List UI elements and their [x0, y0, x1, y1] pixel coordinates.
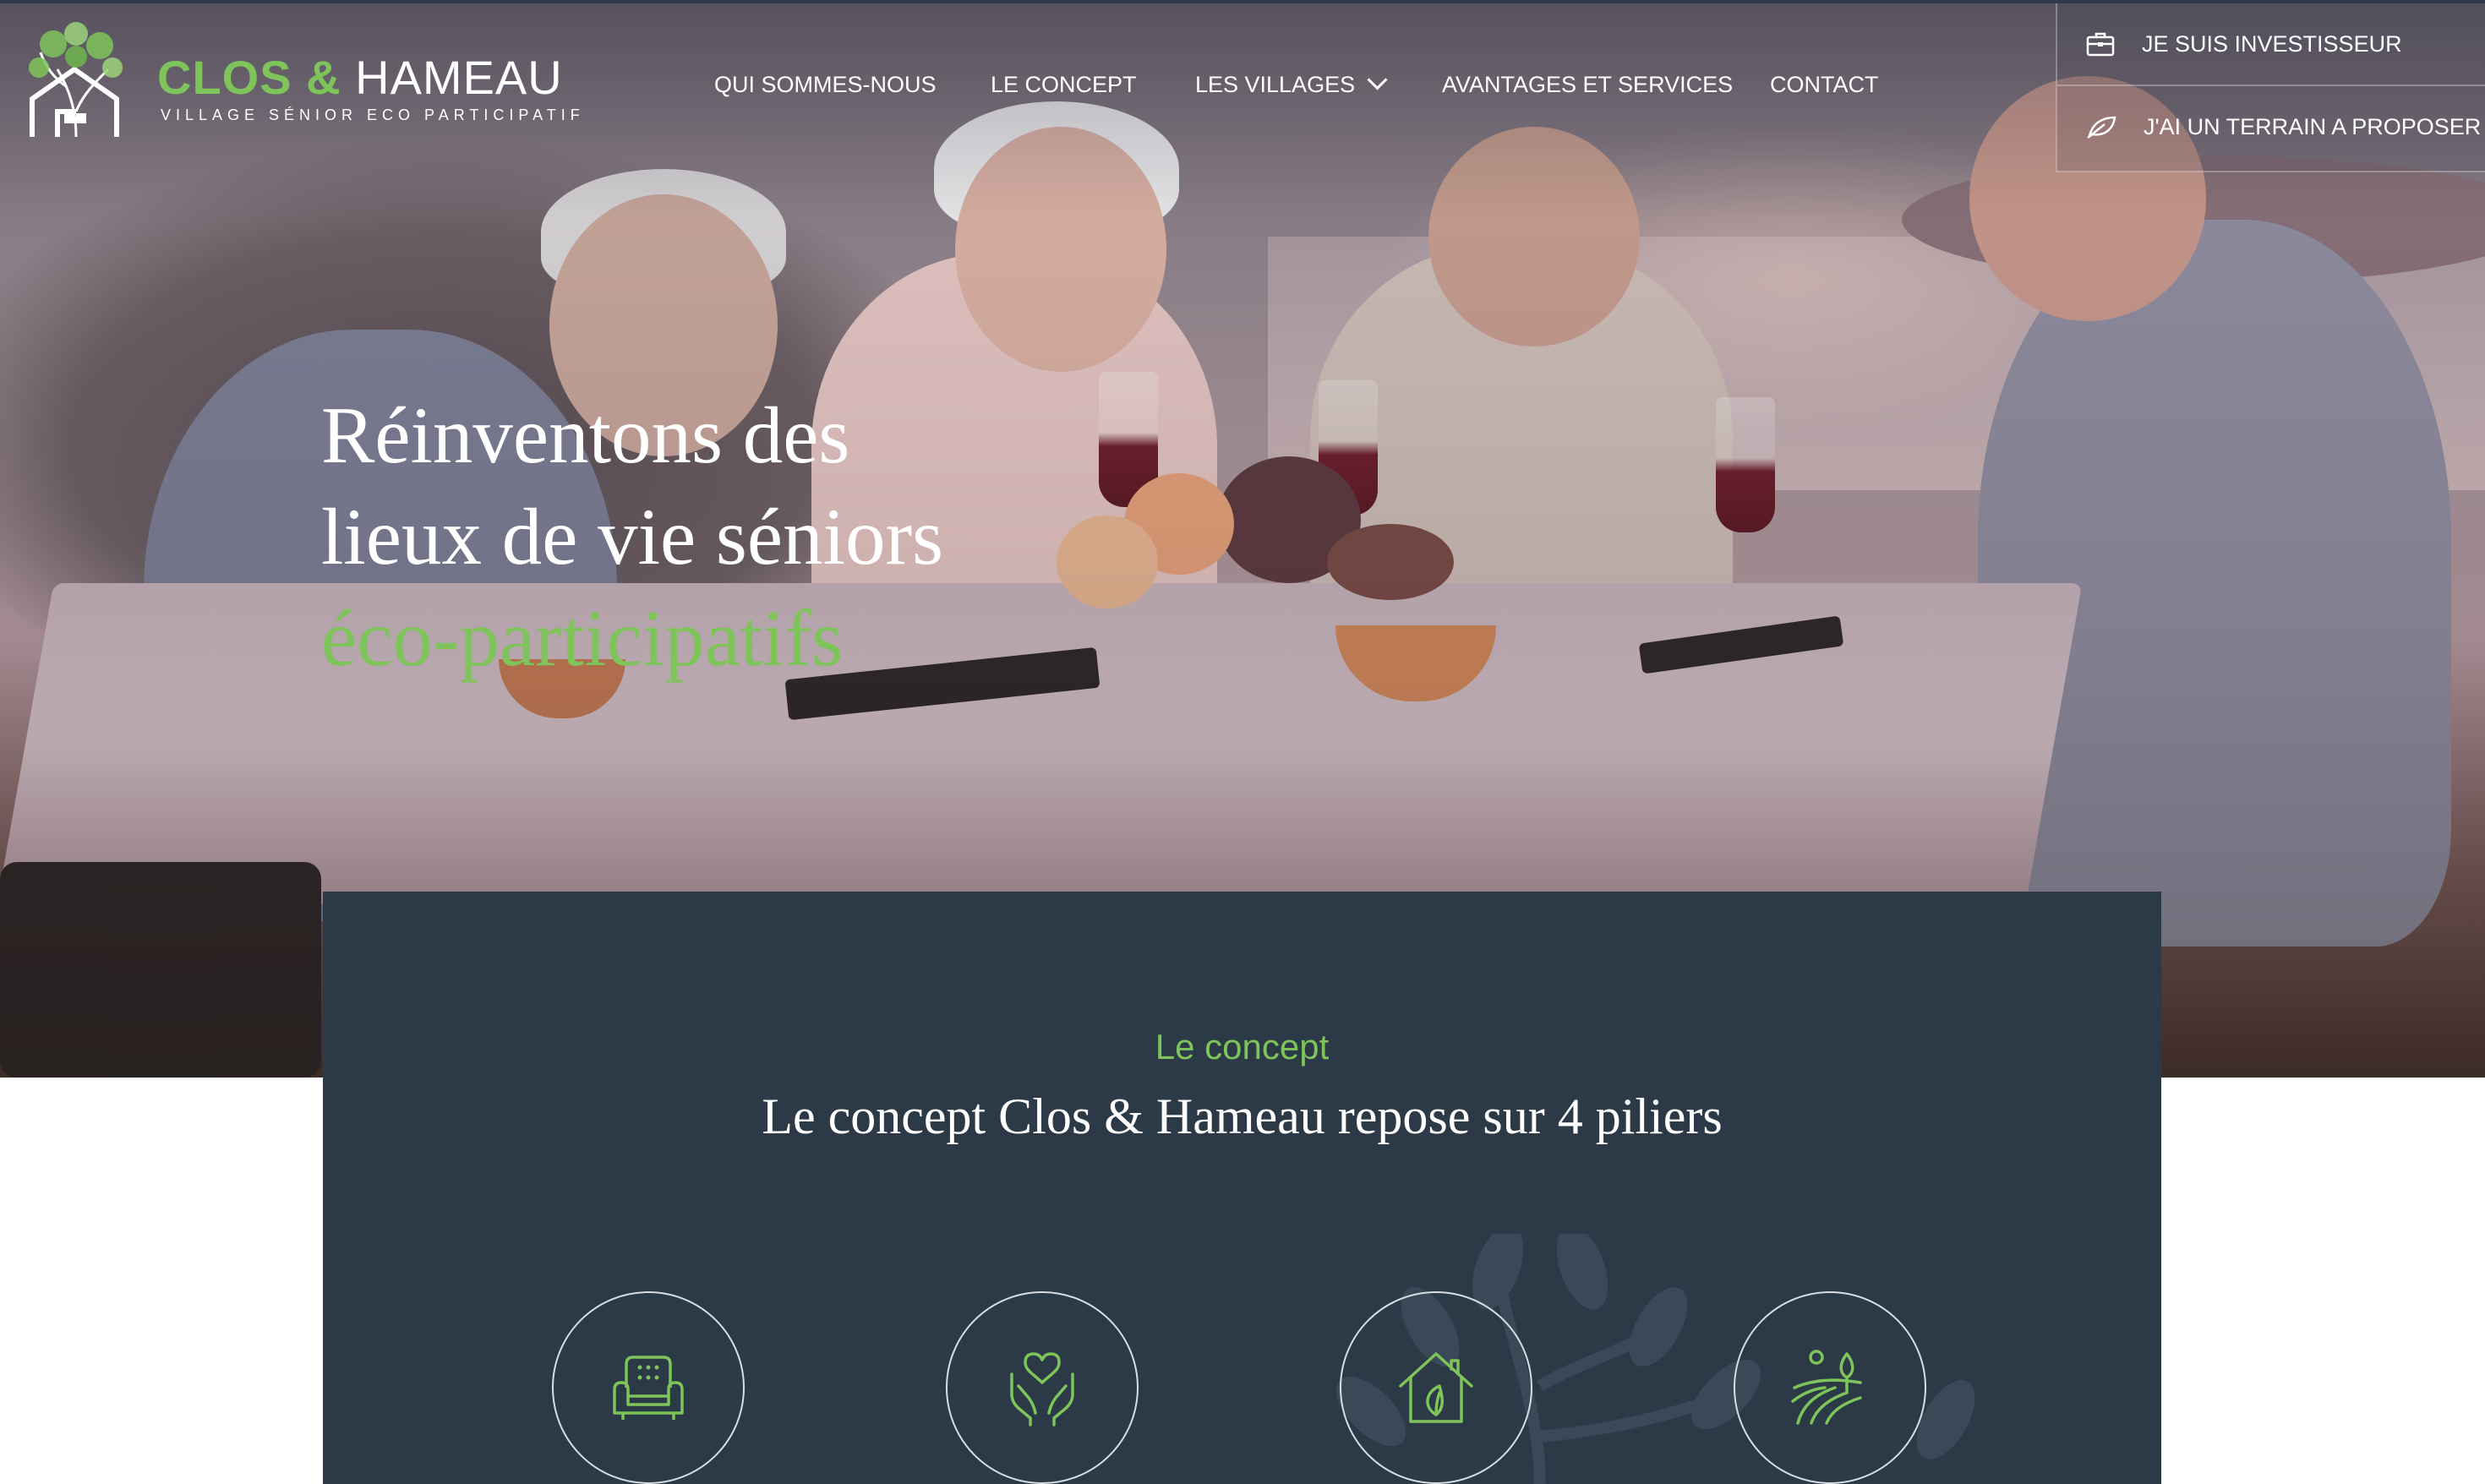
- pillar-armchair[interactable]: [552, 1291, 745, 1484]
- pillar-care[interactable]: [946, 1291, 1139, 1484]
- armchair-icon: [613, 1356, 684, 1420]
- hero-headline-line2: lieux de vie séniors: [321, 492, 944, 581]
- concept-panel: Le concept Le concept Clos & Hameau repo…: [323, 892, 2161, 1484]
- leaf-icon: [2087, 116, 2116, 139]
- nav-avantages-et-services[interactable]: AVANTAGES ET SERVICES: [1442, 72, 1733, 98]
- investor-button-label: JE SUIS INVESTISSEUR: [2142, 30, 2402, 57]
- pillar-eco-house[interactable]: [1340, 1291, 1532, 1484]
- hero-headline: Réinventons des lieux de vie séniors éco…: [321, 385, 1082, 689]
- hero-headline-accent: éco-participatifs: [321, 593, 844, 683]
- field-icon: [1791, 1350, 1862, 1425]
- tree-house-logo-icon: [29, 22, 123, 138]
- investor-button[interactable]: JE SUIS INVESTISSEUR: [2057, 3, 2485, 86]
- nav-qui-sommes-nous[interactable]: QUI SOMMES-NOUS: [714, 72, 937, 98]
- hero-headline-line1: Réinventons des: [321, 390, 850, 480]
- logo-word-hameau: HAMEAU: [355, 51, 563, 104]
- cta-panel: JE SUIS INVESTISSEUR J'AI UN TERRAIN A P…: [2056, 3, 2485, 172]
- logo-tagline: VILLAGE SÉNIOR ECO PARTICIPATIF: [161, 106, 585, 123]
- concept-kicker: Le concept: [1155, 1027, 1330, 1067]
- eco-house-icon: [1399, 1352, 1473, 1423]
- propose-land-button[interactable]: J'AI UN TERRAIN A PROPOSER: [2057, 86, 2485, 167]
- chevron-down-icon: [1367, 69, 1388, 90]
- nav-le-concept[interactable]: LE CONCEPT: [991, 72, 1137, 98]
- nav-les-villages-label: LES VILLAGES: [1195, 72, 1356, 97]
- site-logo[interactable]: CLOS & HAMEAU VILLAGE SÉNIOR ECO PARTICI…: [24, 19, 580, 145]
- pillar-land[interactable]: [1734, 1291, 1926, 1484]
- logo-wordmark: CLOS & HAMEAU: [157, 51, 563, 105]
- heart-hands-icon: [1010, 1352, 1074, 1427]
- logo-word-clos: CLOS: [157, 51, 292, 104]
- propose-land-button-label: J'AI UN TERRAIN A PROPOSER: [2144, 113, 2482, 139]
- concept-title: Le concept Clos & Hameau repose sur 4 pi…: [762, 1088, 1723, 1144]
- briefcase-icon: [2086, 32, 2115, 57]
- nav-contact[interactable]: CONTACT: [1770, 72, 1879, 98]
- logo-ampersand: &: [306, 51, 341, 104]
- nav-les-villages[interactable]: LES VILLAGES: [1195, 69, 1388, 98]
